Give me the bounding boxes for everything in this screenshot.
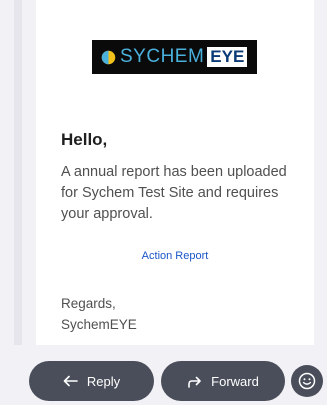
- forward-icon: [188, 376, 201, 388]
- sender-name: SychemEYE: [61, 317, 137, 332]
- reply-label: Reply: [86, 373, 121, 389]
- regards-line: Regards,: [61, 296, 116, 311]
- reply-button[interactable]: Reply: [29, 361, 154, 401]
- signature: Regards, SychemEYE: [61, 293, 137, 335]
- email-body: SYCHEM EYE Hello, A annual report has be…: [36, 0, 314, 345]
- sychemeye-logo: SYCHEM EYE: [92, 40, 257, 74]
- action-bar: Reply Forward: [0, 345, 327, 405]
- logo-eye: EYE: [207, 47, 248, 67]
- logo-word: SYCHEM: [120, 46, 205, 67]
- action-report-link[interactable]: Action Report: [36, 250, 314, 262]
- emoji-icon: [298, 372, 316, 390]
- forward-label: Forward: [211, 373, 259, 389]
- message-text: A annual report has been uploaded for Sy…: [61, 164, 287, 222]
- logo-mark-icon: [101, 50, 116, 64]
- reply-icon: [63, 375, 78, 387]
- greeting: Hello,: [61, 130, 108, 149]
- forward-button[interactable]: Forward: [161, 361, 285, 401]
- emoji-button[interactable]: [291, 365, 323, 397]
- left-rail: [14, 0, 22, 345]
